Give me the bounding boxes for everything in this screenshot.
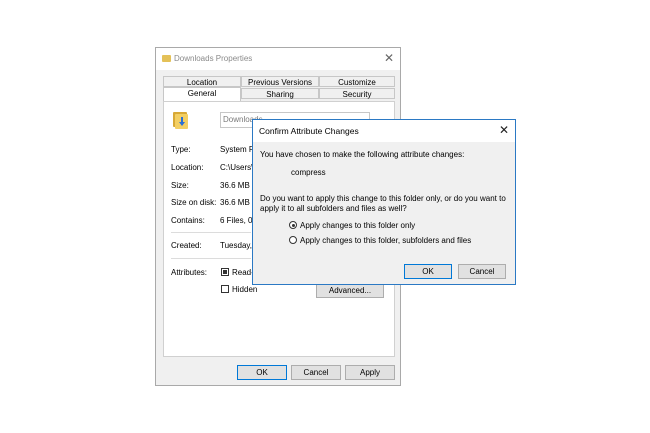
radio-folder-only[interactable] [289, 221, 297, 229]
properties-title: Downloads Properties [174, 54, 253, 63]
created-label: Created: [171, 241, 202, 250]
radio-folder-subfolders-label[interactable]: Apply changes to this folder, subfolders… [300, 236, 471, 245]
attribute-change: compress [291, 168, 326, 177]
dialog-titlebar: Confirm Attribute Changes ✕ [253, 120, 515, 142]
dialog-title: Confirm Attribute Changes [259, 126, 359, 136]
properties-titlebar: Downloads Properties ✕ [156, 48, 400, 70]
type-label: Type: [171, 145, 191, 154]
tab-general[interactable]: General [163, 87, 241, 101]
radio-folder-only-label[interactable]: Apply changes to this folder only [300, 221, 415, 230]
dialog-message: You have chosen to make the following at… [260, 150, 465, 159]
folder-icon [162, 55, 171, 62]
dialog-cancel-button[interactable]: Cancel [458, 264, 506, 279]
size-value: 36.6 MB ( [220, 181, 255, 190]
attributes-label: Attributes: [171, 268, 208, 277]
close-icon[interactable]: ✕ [384, 51, 394, 65]
dialog-ok-button[interactable]: OK [404, 264, 452, 279]
tab-security[interactable]: Security [319, 88, 395, 99]
divider [171, 232, 251, 233]
location-value: C:\Users\ [220, 163, 254, 172]
divider [171, 258, 251, 259]
confirm-attribute-changes-dialog: Confirm Attribute Changes ✕ You have cho… [252, 119, 516, 285]
ok-button[interactable]: OK [237, 365, 287, 380]
tab-sharing[interactable]: Sharing [241, 88, 319, 99]
radio-folder-subfolders[interactable] [289, 236, 297, 244]
advanced-button[interactable]: Advanced... [316, 283, 384, 298]
close-icon[interactable]: ✕ [499, 123, 509, 137]
size-on-disk-value: 36.6 MB ( [220, 198, 255, 207]
tab-location[interactable]: Location [163, 76, 241, 87]
size-on-disk-label: Size on disk: [171, 198, 217, 207]
dialog-question-line1: Do you want to apply this change to this… [260, 194, 506, 203]
apply-button[interactable]: Apply [345, 365, 395, 380]
size-label: Size: [171, 181, 189, 190]
downloads-folder-icon-front [175, 114, 188, 129]
tab-previous-versions[interactable]: Previous Versions [241, 76, 319, 87]
hidden-checkbox[interactable] [221, 285, 229, 293]
location-label: Location: [171, 163, 204, 172]
readonly-checkbox[interactable] [221, 268, 229, 276]
dialog-question-line2: apply it to all subfolders and files as … [260, 204, 407, 213]
cancel-button[interactable]: Cancel [291, 365, 341, 380]
contains-label: Contains: [171, 216, 205, 225]
hidden-label: Hidden [232, 285, 258, 294]
download-arrow-icon [179, 117, 185, 126]
contains-value: 6 Files, 0 [220, 216, 253, 225]
tab-customize[interactable]: Customize [319, 76, 395, 87]
